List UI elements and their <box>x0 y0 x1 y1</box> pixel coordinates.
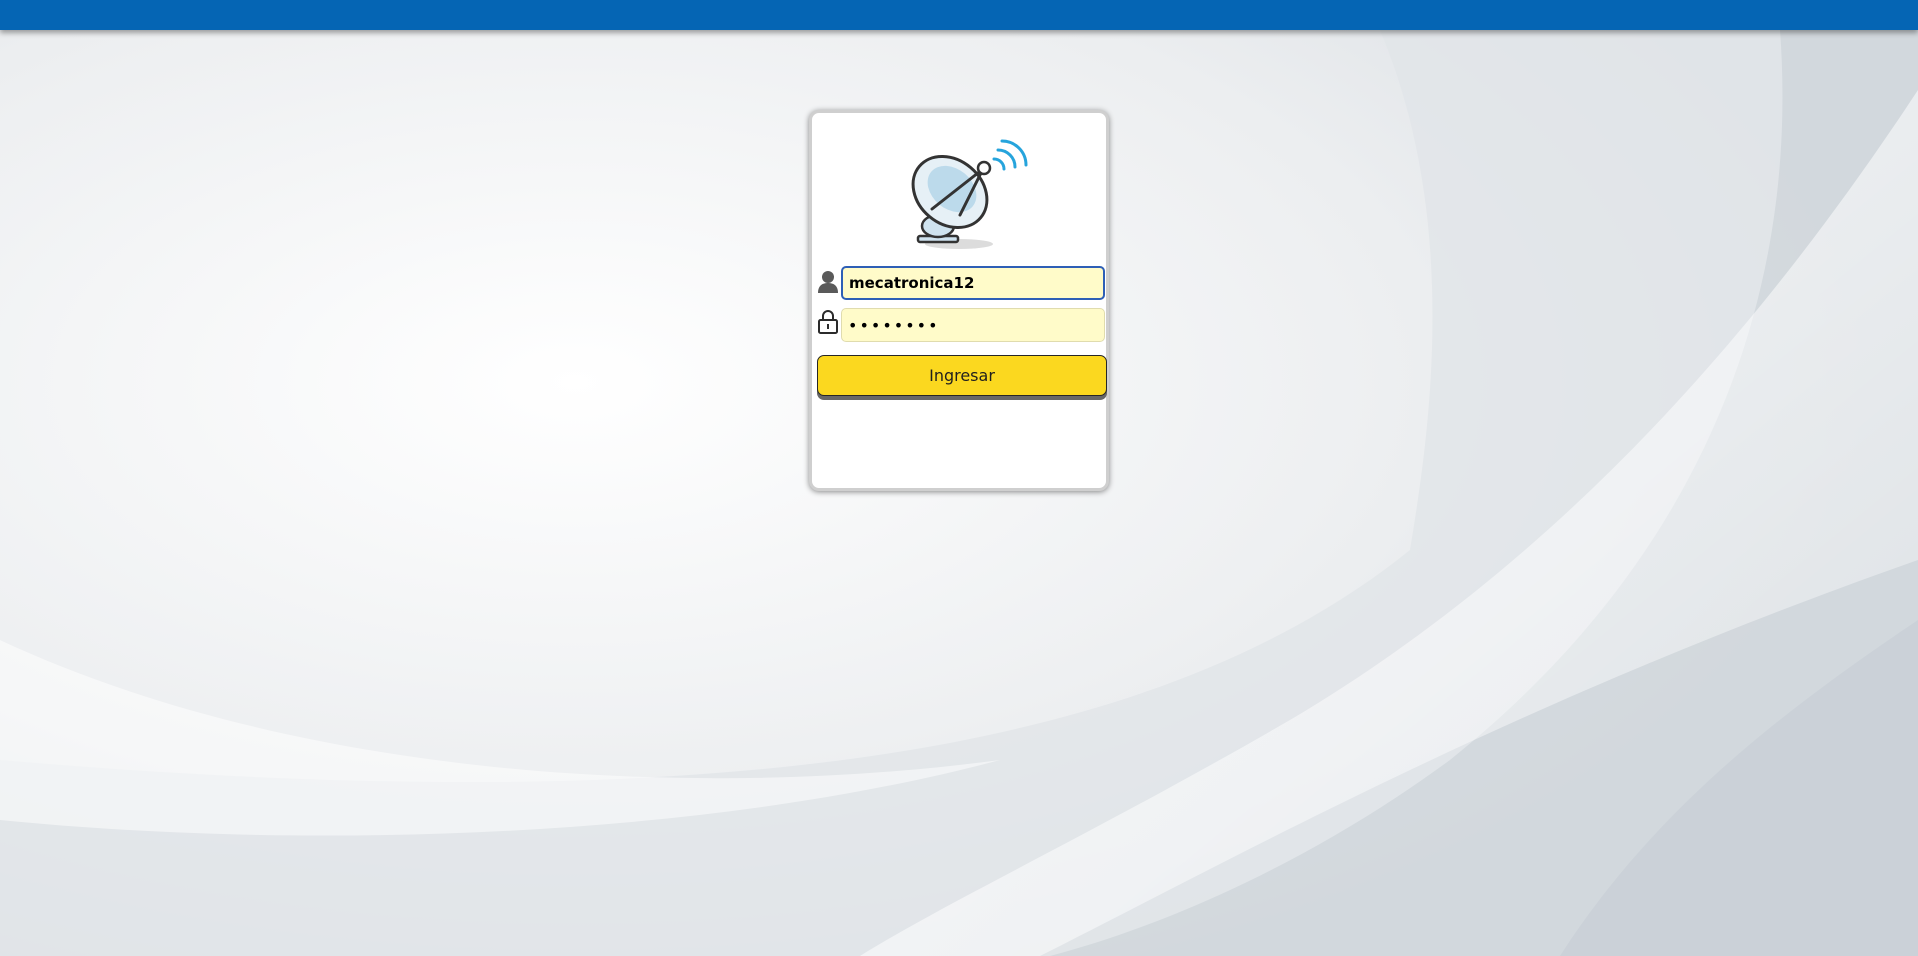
satellite-dish-icon <box>911 139 1028 249</box>
login-card: Ingresar <box>809 110 1109 491</box>
top-header-bar <box>0 0 1918 30</box>
login-button[interactable]: Ingresar <box>817 355 1107 396</box>
password-input[interactable] <box>841 308 1105 342</box>
user-icon <box>818 271 838 293</box>
lock-icon <box>818 310 838 334</box>
username-input[interactable] <box>841 266 1105 300</box>
